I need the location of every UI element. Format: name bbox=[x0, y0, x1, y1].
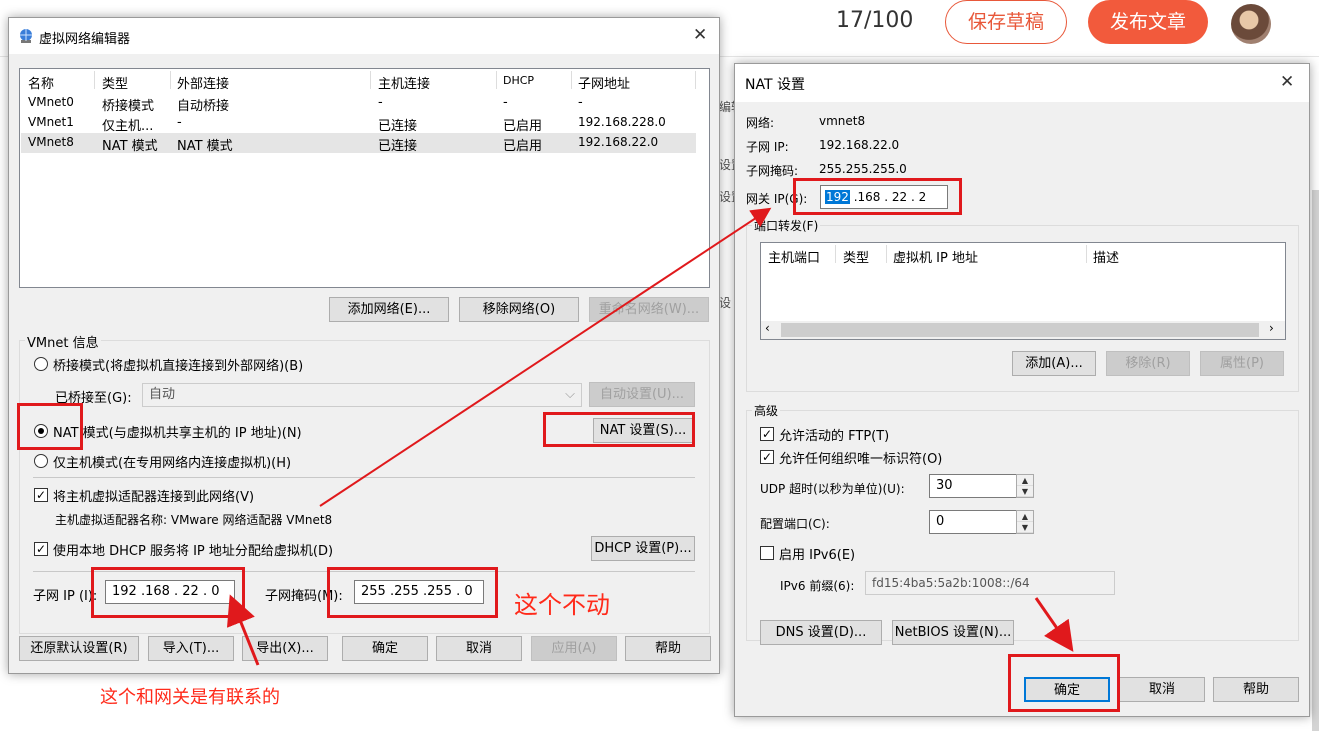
arrow-to-subnet-ip bbox=[226, 594, 260, 666]
arrow-to-gateway bbox=[319, 207, 772, 507]
annotation-arrows bbox=[226, 207, 1074, 666]
arrow-to-ok bbox=[1034, 597, 1074, 652]
